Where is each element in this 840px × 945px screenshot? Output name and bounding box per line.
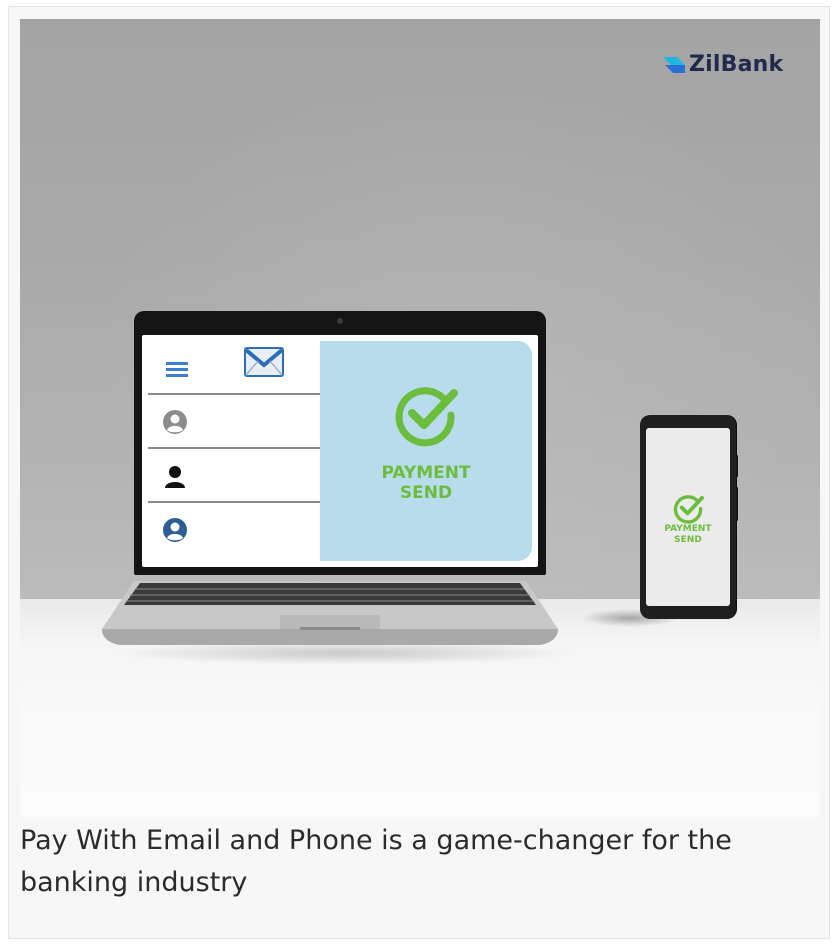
phone-status-line2: SEND: [674, 535, 702, 545]
article-caption[interactable]: Pay With Email and Phone is a game-chang…: [20, 820, 816, 904]
laptop: PAYMENT SEND: [134, 311, 546, 575]
phone-screen: PAYMENT SEND: [646, 428, 730, 606]
laptop-keyboard-base: [102, 581, 558, 645]
zilbank-wing-logo-icon: [663, 56, 685, 73]
hamburger-menu-icon[interactable]: [166, 361, 188, 377]
phone-status-line1: PAYMENT: [664, 524, 712, 534]
payment-status-text: PAYMENT SEND: [320, 463, 532, 503]
hero-image: ZilBank PAYMENT SEND PAYMENT SEND: [20, 19, 820, 817]
webcam: [337, 318, 343, 324]
phone-payment-status-text: PAYMENT SEND: [646, 524, 730, 546]
user-circle-gray-icon: [163, 410, 187, 434]
checkmark-circle-icon: [395, 387, 458, 447]
contact-row[interactable]: [148, 501, 320, 557]
user-circle-blue-icon: [163, 518, 187, 542]
checkmark-circle-icon: [673, 495, 704, 524]
payment-status-line1: PAYMENT: [381, 463, 471, 483]
contact-row[interactable]: [148, 393, 320, 449]
brand-logo: ZilBank: [663, 52, 783, 77]
laptop-screen: PAYMENT SEND: [142, 335, 538, 567]
phone-side-button: [736, 455, 738, 477]
phone-side-button: [736, 487, 738, 521]
sidebar-header: [148, 341, 320, 393]
user-black-icon: [165, 466, 185, 488]
mail-icon[interactable]: [244, 347, 284, 377]
payment-status-line2: SEND: [399, 483, 453, 503]
brand-name: ZilBank: [689, 52, 784, 77]
app-sidebar: [148, 341, 320, 561]
contact-row[interactable]: [148, 447, 320, 503]
payment-status-panel: PAYMENT SEND: [320, 341, 532, 561]
smartphone: PAYMENT SEND: [640, 415, 738, 619]
